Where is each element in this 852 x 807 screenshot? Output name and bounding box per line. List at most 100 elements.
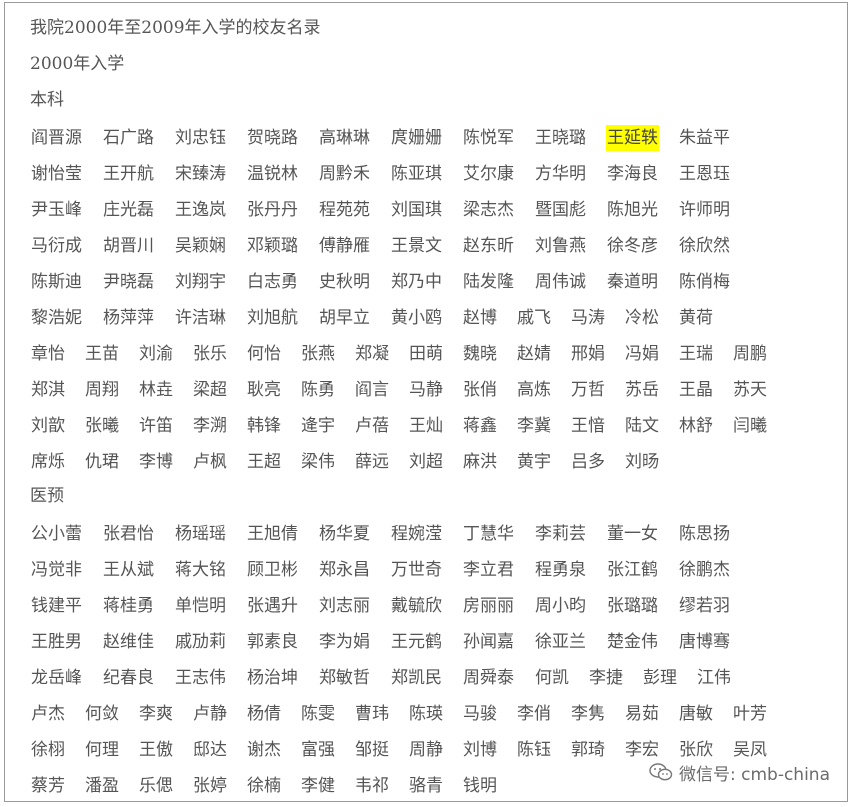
- alumni-name: 刘旸: [625, 452, 659, 472]
- alumni-name: 杨瑶瑶: [175, 524, 226, 544]
- alumni-name: 陈斯迪: [31, 272, 82, 292]
- alumni-name: 何凯: [535, 668, 569, 688]
- alumni-name: 张君怡: [103, 524, 154, 544]
- alumni-name: 刘鲁燕: [535, 236, 586, 256]
- alumni-name: 张丹丹: [247, 200, 298, 220]
- alumni-name: 刘志丽: [319, 596, 370, 616]
- alumni-name: 张燕: [301, 344, 335, 364]
- alumni-name: 赵博: [463, 308, 497, 328]
- alumni-name: 尹玉峰: [31, 200, 82, 220]
- alumni-name: 李立君: [463, 560, 514, 580]
- alumni-name: 王瑞: [679, 344, 713, 364]
- alumni-name: 庄光磊: [103, 200, 154, 220]
- alumni-name: 乐偲: [139, 776, 173, 796]
- alumni-name: 王旭倩: [247, 524, 298, 544]
- alumni-name: 蒋大铭: [175, 560, 226, 580]
- alumni-name: 周舜泰: [463, 668, 514, 688]
- alumni-name: 董一女: [607, 524, 658, 544]
- alumni-name: 程勇泉: [535, 560, 586, 580]
- alumni-name: 王逸岚: [175, 200, 226, 220]
- alumni-name: 黎浩妮: [31, 308, 82, 328]
- alumni-name: 梁伟: [301, 452, 335, 472]
- alumni-name: 陈亚琪: [391, 164, 442, 184]
- alumni-name: 郑永昌: [319, 560, 370, 580]
- alumni-name: 赵东昕: [463, 236, 514, 256]
- alumni-name: 赵婧: [517, 344, 551, 364]
- alumni-name: 刘博: [463, 740, 497, 760]
- alumni-name: 徐楠: [247, 776, 281, 796]
- alumni-name: 卢蓓: [355, 416, 389, 436]
- alumni-name: 林垚: [139, 380, 173, 400]
- alumni-name: 马静: [409, 380, 443, 400]
- alumni-name: 潘盈: [85, 776, 119, 796]
- alumni-name: 唐敏: [679, 704, 713, 724]
- alumni-name: 王苗: [85, 344, 119, 364]
- alumni-name: 叶芳: [733, 704, 767, 724]
- alumni-name: 田萌: [409, 344, 443, 364]
- alumni-name: 钱建平: [31, 596, 82, 616]
- alumni-name: 何理: [85, 740, 119, 760]
- alumni-name: 蒋桂勇: [103, 596, 154, 616]
- alumni-name: 刘忠钰: [175, 128, 226, 148]
- alumni-name: 郭琦: [571, 740, 605, 760]
- alumni-name: 卢杰: [31, 704, 65, 724]
- alumni-name: 周鹏: [733, 344, 767, 364]
- alumni-name: 蔡芳: [31, 776, 65, 796]
- alumni-name: 王开航: [103, 164, 154, 184]
- section-heading: 本科: [30, 90, 64, 110]
- alumni-name: 陈钰: [517, 740, 551, 760]
- alumni-name: 史秋明: [319, 272, 370, 292]
- alumni-name: 黄宇: [517, 452, 551, 472]
- alumni-name: 骆青: [409, 776, 443, 796]
- alumni-name: 黄荷: [679, 308, 713, 328]
- alumni-name: 李俏: [517, 704, 551, 724]
- alumni-name: 戚飞: [517, 308, 551, 328]
- alumni-name: 李爽: [139, 704, 173, 724]
- alumni-name: 刘国琪: [391, 200, 442, 220]
- alumni-name: 王恩珏: [679, 164, 730, 184]
- alumni-name: 江伟: [697, 668, 731, 688]
- alumni-name: 蒋鑫: [463, 416, 497, 436]
- alumni-name: 李冀: [517, 416, 551, 436]
- alumni-name: 刘翔宇: [175, 272, 226, 292]
- alumni-name: 冯觉非: [31, 560, 82, 580]
- alumni-name: 周黔禾: [319, 164, 370, 184]
- alumni-name: 程苑苑: [319, 200, 370, 220]
- alumni-name: 邹挺: [355, 740, 389, 760]
- alumni-name: 纪春良: [103, 668, 154, 688]
- alumni-name: 唐博骞: [679, 632, 730, 652]
- alumni-name: 张曦: [85, 416, 119, 436]
- alumni-name: 朱益平: [679, 128, 730, 148]
- alumni-name: 王延轶: [606, 125, 659, 151]
- alumni-name: 薛远: [355, 452, 389, 472]
- alumni-name: 何敛: [85, 704, 119, 724]
- alumni-name: 王灿: [409, 416, 443, 436]
- alumni-name: 高炼: [517, 380, 551, 400]
- alumni-name: 钱明: [463, 776, 497, 796]
- alumni-name: 陈勇: [301, 380, 335, 400]
- alumni-name: 许洁琳: [175, 308, 226, 328]
- alumni-name: 周静: [409, 740, 443, 760]
- alumni-name: 郑凯民: [391, 668, 442, 688]
- alumni-name: 苏岳: [625, 380, 659, 400]
- alumni-name: 陈雯: [301, 704, 335, 724]
- alumni-name: 楚金伟: [607, 632, 658, 652]
- alumni-name: 陆发隆: [463, 272, 514, 292]
- alumni-name: 房丽丽: [463, 596, 514, 616]
- alumni-name: 刘旭航: [247, 308, 298, 328]
- alumni-name: 易茹: [625, 704, 659, 724]
- alumni-name: 陈瑛: [409, 704, 443, 724]
- alumni-name: 马骏: [463, 704, 497, 724]
- alumni-name: 吕多: [571, 452, 605, 472]
- alumni-name: 章怡: [31, 344, 65, 364]
- alumni-name: 韩锋: [247, 416, 281, 436]
- alumni-name: 王晶: [679, 380, 713, 400]
- alumni-name: 宋臻涛: [175, 164, 226, 184]
- alumni-name: 李博: [139, 452, 173, 472]
- alumni-name: 陈思扬: [679, 524, 730, 544]
- alumni-name: 徐欣然: [679, 236, 730, 256]
- alumni-name: 王志伟: [175, 668, 226, 688]
- alumni-name: 王傲: [139, 740, 173, 760]
- alumni-name: 邸达: [193, 740, 227, 760]
- alumni-name: 丁慧华: [463, 524, 514, 544]
